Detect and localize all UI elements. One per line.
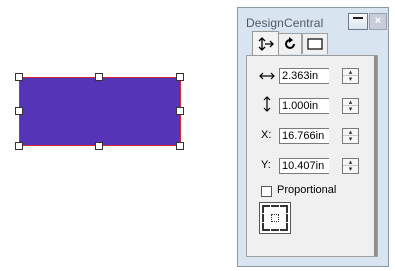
- y-spinner[interactable]: ▴ ▾: [342, 158, 359, 174]
- resize-handle-top-middle[interactable]: [95, 73, 103, 81]
- resize-handle-top-left[interactable]: [15, 73, 23, 81]
- anchor-center[interactable]: [271, 214, 279, 222]
- anchor-middle-right[interactable]: [280, 214, 288, 222]
- anchor-middle-left[interactable]: [262, 214, 270, 222]
- resize-handle-middle-right[interactable]: [176, 107, 184, 115]
- rectangle-shape[interactable]: [19, 77, 181, 146]
- anchor-bottom-left[interactable]: [262, 223, 270, 231]
- rotate-icon: [285, 37, 295, 49]
- x-field[interactable]: 16.766in: [279, 128, 329, 144]
- tab-frame[interactable]: [302, 33, 328, 54]
- width-spinner[interactable]: ▴ ▾: [342, 68, 359, 84]
- frame-icon: [307, 38, 323, 50]
- height-field[interactable]: 1.000in: [279, 98, 329, 114]
- spin-up-icon[interactable]: ▴: [343, 129, 358, 136]
- proportional-label: Proportional: [277, 184, 337, 196]
- spin-down-icon[interactable]: ▾: [343, 106, 358, 113]
- anchor-bottom-right[interactable]: [280, 223, 288, 231]
- vertical-arrow-icon: [263, 96, 271, 112]
- anchor-top-center[interactable]: [271, 205, 279, 213]
- y-field[interactable]: 10.407in: [279, 158, 329, 174]
- anchor-top-left[interactable]: [262, 205, 270, 213]
- resize-handle-bottom-left[interactable]: [15, 142, 23, 150]
- resize-handle-top-right[interactable]: [176, 73, 184, 81]
- transform-panel: 2.363in ▴ ▾ 1.000in ▴ ▾ X: 16.766in ▴ ▾ …: [246, 55, 378, 257]
- anchor-grid-icon[interactable]: [259, 202, 291, 234]
- spin-down-icon[interactable]: ▾: [343, 166, 358, 173]
- proportional-checkbox[interactable]: [261, 186, 272, 197]
- horizontal-arrow-icon: [259, 72, 275, 80]
- anchor-bottom-center[interactable]: [271, 223, 279, 231]
- width-field[interactable]: 2.363in: [279, 68, 329, 84]
- resize-handle-bottom-right[interactable]: [176, 142, 184, 150]
- minimize-button[interactable]: [348, 13, 368, 30]
- spin-up-icon[interactable]: ▴: [343, 69, 358, 76]
- spin-up-icon[interactable]: ▴: [343, 99, 358, 106]
- palette-title: DesignCentral: [246, 16, 324, 30]
- close-icon: ×: [374, 15, 382, 27]
- x-label: X:: [261, 129, 272, 141]
- resize-handle-bottom-middle[interactable]: [95, 142, 103, 150]
- panel-shadow: [374, 56, 377, 256]
- resize-handle-middle-left[interactable]: [15, 107, 23, 115]
- spin-down-icon[interactable]: ▾: [343, 136, 358, 143]
- anchor-top-right[interactable]: [280, 205, 288, 213]
- move-resize-icon: [258, 36, 274, 51]
- tab-rotate[interactable]: [278, 33, 302, 54]
- minimize-icon: [353, 17, 363, 19]
- spin-down-icon[interactable]: ▾: [343, 76, 358, 83]
- spin-up-icon[interactable]: ▴: [343, 159, 358, 166]
- height-spinner[interactable]: ▴ ▾: [342, 98, 359, 114]
- close-button[interactable]: ×: [369, 13, 387, 30]
- y-label: Y:: [261, 159, 271, 171]
- tab-move-resize[interactable]: [252, 31, 279, 55]
- x-spinner[interactable]: ▴ ▾: [342, 128, 359, 144]
